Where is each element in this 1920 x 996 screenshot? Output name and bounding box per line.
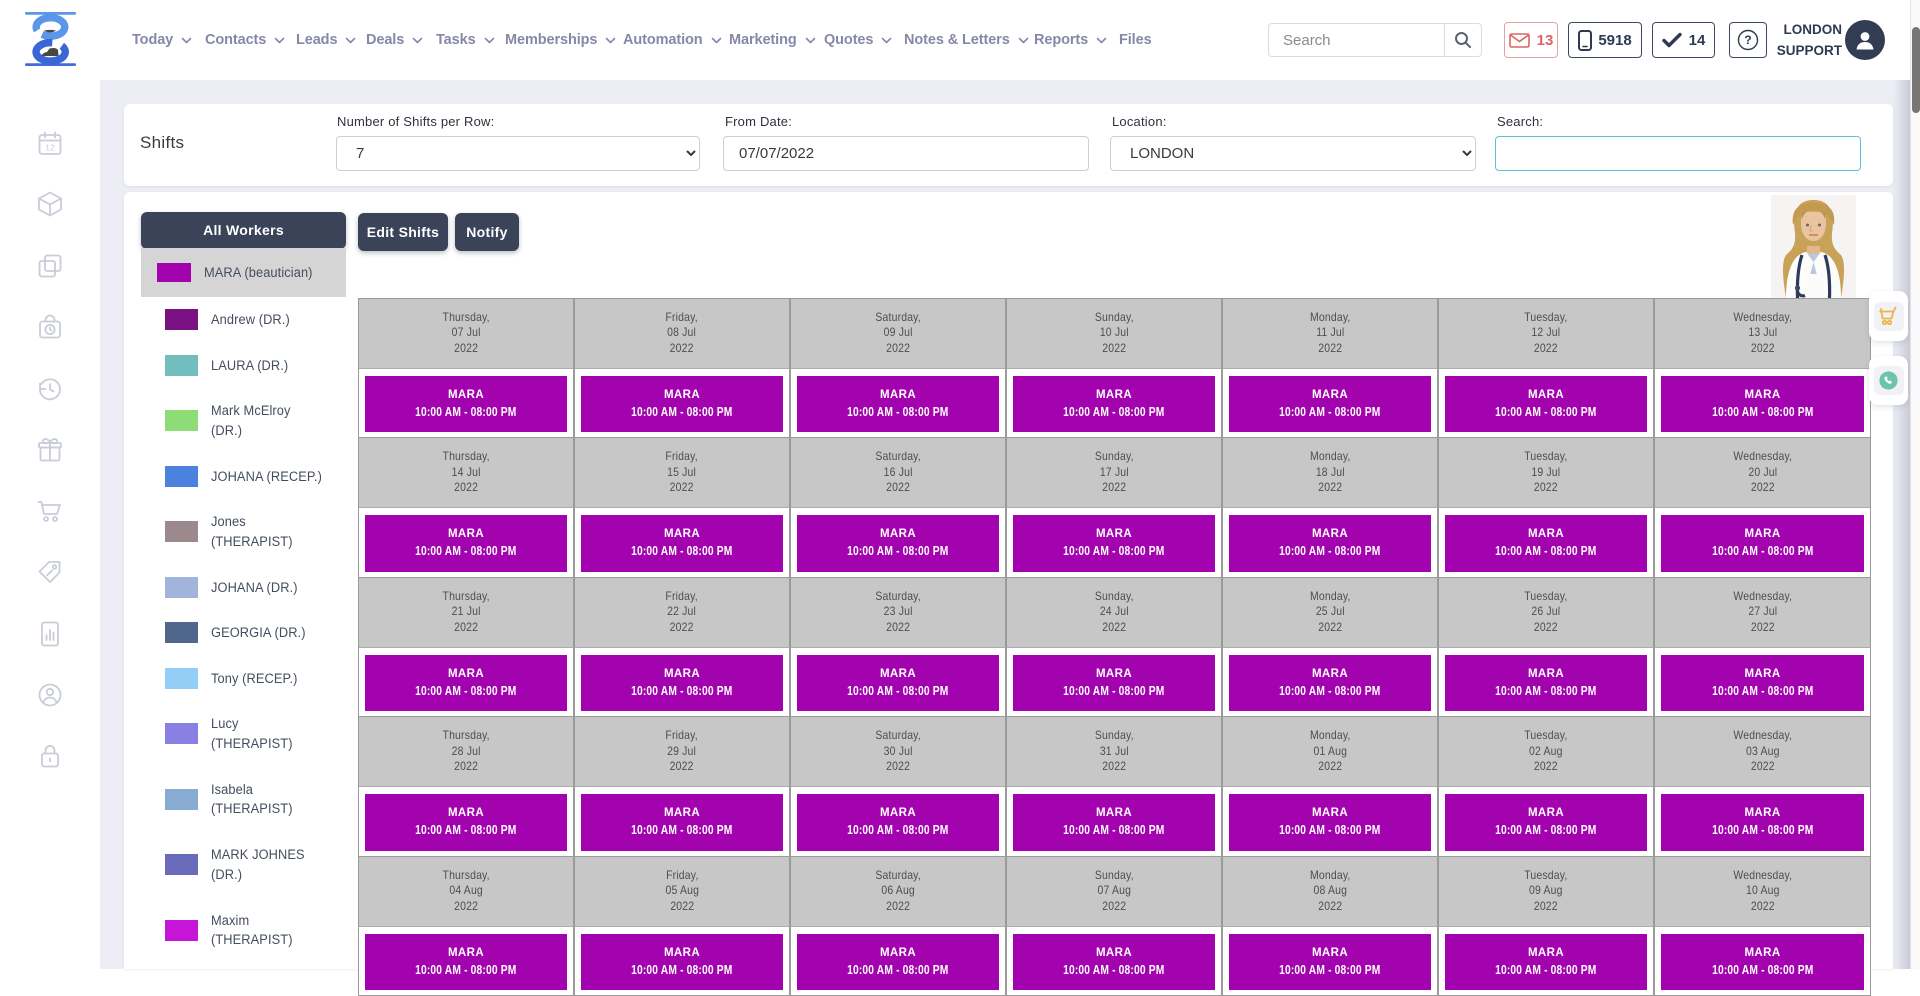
svg-text:?: ? <box>1744 33 1751 47</box>
svg-text:12: 12 <box>45 143 55 153</box>
